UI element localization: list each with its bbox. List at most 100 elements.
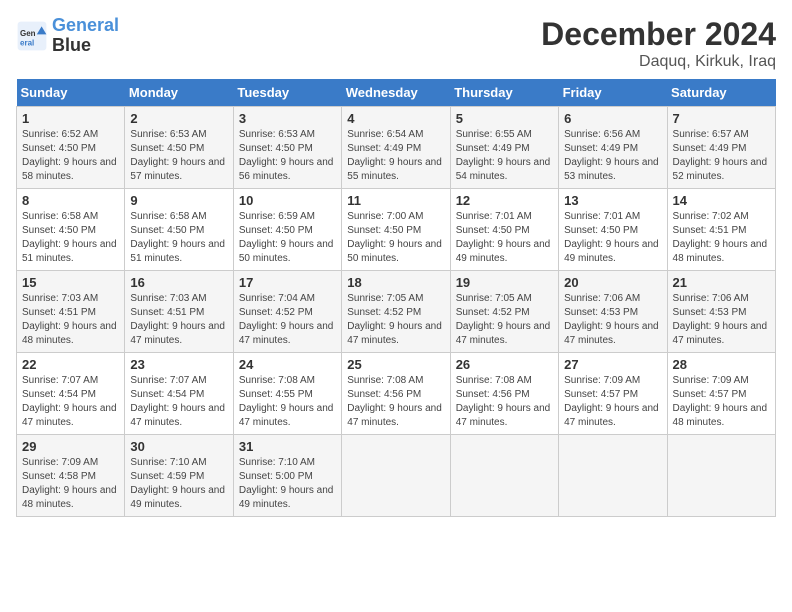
- day-number: 15: [22, 275, 119, 290]
- calendar-cell: 12 Sunrise: 7:01 AMSunset: 4:50 PMDaylig…: [450, 189, 558, 271]
- calendar-cell: 20 Sunrise: 7:06 AMSunset: 4:53 PMDaylig…: [559, 271, 667, 353]
- day-number: 21: [673, 275, 770, 290]
- day-number: 18: [347, 275, 444, 290]
- calendar-cell: 11 Sunrise: 7:00 AMSunset: 4:50 PMDaylig…: [342, 189, 450, 271]
- day-number: 26: [456, 357, 553, 372]
- calendar-week-row: 29 Sunrise: 7:09 AMSunset: 4:58 PMDaylig…: [17, 435, 776, 517]
- day-number: 20: [564, 275, 661, 290]
- calendar-week-row: 22 Sunrise: 7:07 AMSunset: 4:54 PMDaylig…: [17, 353, 776, 435]
- day-number: 16: [130, 275, 227, 290]
- calendar-week-row: 15 Sunrise: 7:03 AMSunset: 4:51 PMDaylig…: [17, 271, 776, 353]
- day-detail: Sunrise: 7:08 AMSunset: 4:56 PMDaylight:…: [456, 375, 551, 428]
- weekday-header: Wednesday: [342, 79, 450, 107]
- day-number: 30: [130, 439, 227, 454]
- day-number: 12: [456, 193, 553, 208]
- day-number: 17: [239, 275, 336, 290]
- day-detail: Sunrise: 7:07 AMSunset: 4:54 PMDaylight:…: [130, 375, 225, 428]
- day-detail: Sunrise: 7:06 AMSunset: 4:53 PMDaylight:…: [564, 293, 659, 346]
- day-number: 28: [673, 357, 770, 372]
- day-detail: Sunrise: 7:07 AMSunset: 4:54 PMDaylight:…: [22, 375, 117, 428]
- day-detail: Sunrise: 7:09 AMSunset: 4:57 PMDaylight:…: [564, 375, 659, 428]
- day-detail: Sunrise: 7:02 AMSunset: 4:51 PMDaylight:…: [673, 211, 768, 264]
- day-number: 2: [130, 111, 227, 126]
- calendar-week-row: 1 Sunrise: 6:52 AMSunset: 4:50 PMDayligh…: [17, 107, 776, 189]
- day-number: 1: [22, 111, 119, 126]
- page-title: December 2024: [541, 16, 776, 53]
- day-detail: Sunrise: 7:05 AMSunset: 4:52 PMDaylight:…: [456, 293, 551, 346]
- weekday-header: Sunday: [17, 79, 125, 107]
- day-detail: Sunrise: 7:08 AMSunset: 4:55 PMDaylight:…: [239, 375, 334, 428]
- day-number: 11: [347, 193, 444, 208]
- calendar-cell: [559, 435, 667, 517]
- calendar-cell: [450, 435, 558, 517]
- weekday-header: Friday: [559, 79, 667, 107]
- weekday-header: Saturday: [667, 79, 775, 107]
- day-number: 19: [456, 275, 553, 290]
- day-number: 31: [239, 439, 336, 454]
- day-number: 14: [673, 193, 770, 208]
- calendar-cell: 7 Sunrise: 6:57 AMSunset: 4:49 PMDayligh…: [667, 107, 775, 189]
- day-number: 25: [347, 357, 444, 372]
- calendar-cell: 23 Sunrise: 7:07 AMSunset: 4:54 PMDaylig…: [125, 353, 233, 435]
- day-detail: Sunrise: 6:58 AMSunset: 4:50 PMDaylight:…: [22, 211, 117, 264]
- day-number: 29: [22, 439, 119, 454]
- day-detail: Sunrise: 6:57 AMSunset: 4:49 PMDaylight:…: [673, 129, 768, 182]
- day-detail: Sunrise: 7:10 AMSunset: 5:00 PMDaylight:…: [239, 457, 334, 510]
- day-number: 23: [130, 357, 227, 372]
- calendar-cell: 30 Sunrise: 7:10 AMSunset: 4:59 PMDaylig…: [125, 435, 233, 517]
- day-number: 10: [239, 193, 336, 208]
- calendar-cell: 18 Sunrise: 7:05 AMSunset: 4:52 PMDaylig…: [342, 271, 450, 353]
- day-detail: Sunrise: 7:06 AMSunset: 4:53 PMDaylight:…: [673, 293, 768, 346]
- logo: Gen eral GeneralBlue: [16, 16, 119, 56]
- calendar-cell: 24 Sunrise: 7:08 AMSunset: 4:55 PMDaylig…: [233, 353, 341, 435]
- day-detail: Sunrise: 7:09 AMSunset: 4:58 PMDaylight:…: [22, 457, 117, 510]
- day-number: 22: [22, 357, 119, 372]
- calendar-cell: 5 Sunrise: 6:55 AMSunset: 4:49 PMDayligh…: [450, 107, 558, 189]
- day-detail: Sunrise: 7:01 AMSunset: 4:50 PMDaylight:…: [564, 211, 659, 264]
- day-detail: Sunrise: 7:03 AMSunset: 4:51 PMDaylight:…: [130, 293, 225, 346]
- day-detail: Sunrise: 7:05 AMSunset: 4:52 PMDaylight:…: [347, 293, 442, 346]
- calendar-cell: 13 Sunrise: 7:01 AMSunset: 4:50 PMDaylig…: [559, 189, 667, 271]
- svg-text:Gen: Gen: [20, 29, 36, 38]
- weekday-header-row: SundayMondayTuesdayWednesdayThursdayFrid…: [17, 79, 776, 107]
- calendar-cell: 19 Sunrise: 7:05 AMSunset: 4:52 PMDaylig…: [450, 271, 558, 353]
- calendar-cell: 26 Sunrise: 7:08 AMSunset: 4:56 PMDaylig…: [450, 353, 558, 435]
- calendar-cell: 22 Sunrise: 7:07 AMSunset: 4:54 PMDaylig…: [17, 353, 125, 435]
- weekday-header: Thursday: [450, 79, 558, 107]
- page-header: Gen eral GeneralBlue December 2024 Daquq…: [16, 16, 776, 71]
- calendar-cell: 21 Sunrise: 7:06 AMSunset: 4:53 PMDaylig…: [667, 271, 775, 353]
- day-detail: Sunrise: 6:55 AMSunset: 4:49 PMDaylight:…: [456, 129, 551, 182]
- day-detail: Sunrise: 7:09 AMSunset: 4:57 PMDaylight:…: [673, 375, 768, 428]
- calendar-cell: 10 Sunrise: 6:59 AMSunset: 4:50 PMDaylig…: [233, 189, 341, 271]
- calendar-cell: 17 Sunrise: 7:04 AMSunset: 4:52 PMDaylig…: [233, 271, 341, 353]
- calendar-cell: 4 Sunrise: 6:54 AMSunset: 4:49 PMDayligh…: [342, 107, 450, 189]
- day-detail: Sunrise: 6:59 AMSunset: 4:50 PMDaylight:…: [239, 211, 334, 264]
- day-detail: Sunrise: 6:53 AMSunset: 4:50 PMDaylight:…: [130, 129, 225, 182]
- day-number: 27: [564, 357, 661, 372]
- weekday-header: Tuesday: [233, 79, 341, 107]
- page-subtitle: Daquq, Kirkuk, Iraq: [541, 53, 776, 71]
- day-number: 6: [564, 111, 661, 126]
- day-detail: Sunrise: 7:00 AMSunset: 4:50 PMDaylight:…: [347, 211, 442, 264]
- day-detail: Sunrise: 7:04 AMSunset: 4:52 PMDaylight:…: [239, 293, 334, 346]
- day-number: 9: [130, 193, 227, 208]
- calendar-cell: 28 Sunrise: 7:09 AMSunset: 4:57 PMDaylig…: [667, 353, 775, 435]
- title-block: December 2024 Daquq, Kirkuk, Iraq: [541, 16, 776, 71]
- calendar-cell: [342, 435, 450, 517]
- calendar-cell: 1 Sunrise: 6:52 AMSunset: 4:50 PMDayligh…: [17, 107, 125, 189]
- calendar-cell: 3 Sunrise: 6:53 AMSunset: 4:50 PMDayligh…: [233, 107, 341, 189]
- calendar-table: SundayMondayTuesdayWednesdayThursdayFrid…: [16, 79, 776, 517]
- day-detail: Sunrise: 7:08 AMSunset: 4:56 PMDaylight:…: [347, 375, 442, 428]
- day-number: 8: [22, 193, 119, 208]
- day-detail: Sunrise: 7:01 AMSunset: 4:50 PMDaylight:…: [456, 211, 551, 264]
- day-detail: Sunrise: 6:54 AMSunset: 4:49 PMDaylight:…: [347, 129, 442, 182]
- calendar-cell: 27 Sunrise: 7:09 AMSunset: 4:57 PMDaylig…: [559, 353, 667, 435]
- weekday-header: Monday: [125, 79, 233, 107]
- calendar-cell: 2 Sunrise: 6:53 AMSunset: 4:50 PMDayligh…: [125, 107, 233, 189]
- calendar-cell: 29 Sunrise: 7:09 AMSunset: 4:58 PMDaylig…: [17, 435, 125, 517]
- calendar-cell: [667, 435, 775, 517]
- calendar-cell: 31 Sunrise: 7:10 AMSunset: 5:00 PMDaylig…: [233, 435, 341, 517]
- calendar-cell: 15 Sunrise: 7:03 AMSunset: 4:51 PMDaylig…: [17, 271, 125, 353]
- calendar-cell: 25 Sunrise: 7:08 AMSunset: 4:56 PMDaylig…: [342, 353, 450, 435]
- day-detail: Sunrise: 6:52 AMSunset: 4:50 PMDaylight:…: [22, 129, 117, 182]
